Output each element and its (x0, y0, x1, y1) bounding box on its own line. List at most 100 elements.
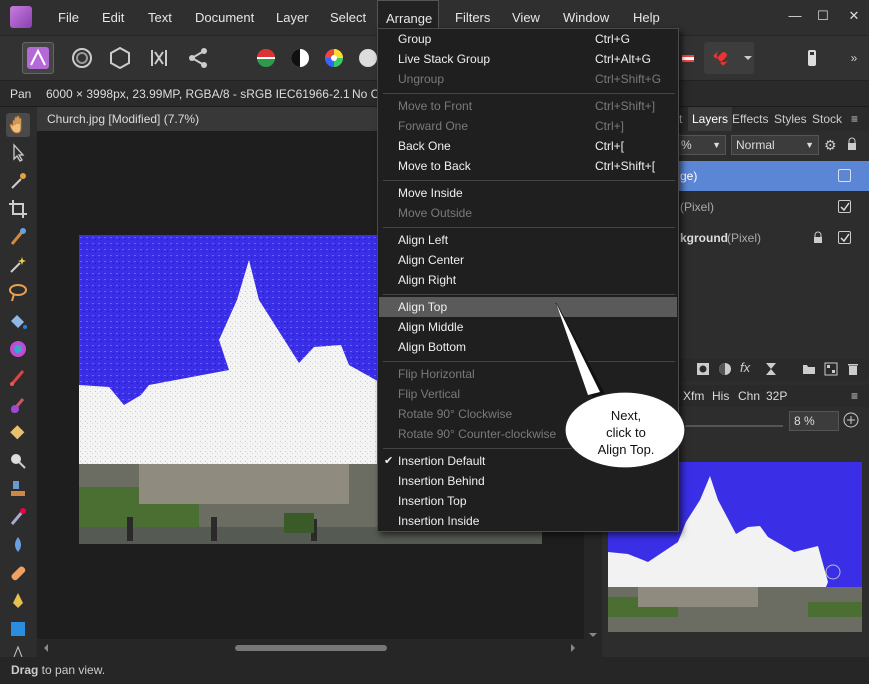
gear-icon[interactable]: ⚙ (824, 137, 837, 154)
pan-tool-icon[interactable] (6, 113, 30, 137)
dodge-tool-icon[interactable] (6, 449, 30, 473)
crop-tool-icon[interactable] (6, 197, 30, 221)
maximize-icon[interactable]: ☐ (814, 8, 832, 26)
trash-icon[interactable] (846, 362, 860, 379)
paint-brush-tool-icon[interactable] (6, 365, 30, 389)
assistant-icon[interactable] (796, 42, 828, 74)
menu-text[interactable]: Text (140, 0, 180, 35)
text-tool-icon[interactable] (6, 645, 30, 657)
color-wheel-icon[interactable] (250, 42, 282, 74)
tab-channels[interactable]: Chn (738, 385, 760, 407)
current-tool-label: Pan (10, 87, 32, 101)
tab-history[interactable]: His (712, 385, 729, 407)
photo-persona-button[interactable] (22, 42, 54, 74)
tab-styles[interactable]: Styles (774, 107, 807, 131)
menu-separator (383, 180, 675, 181)
patch-tool-icon[interactable] (6, 561, 30, 585)
layer-kind: (Pixel) (680, 200, 715, 214)
menu-item-align-top[interactable]: Align Top (379, 297, 677, 317)
menu-item-insertion-inside[interactable]: Insertion Inside (379, 511, 677, 531)
opacity-field[interactable]: % ▼ (678, 135, 726, 155)
menu-item-insertion-behind[interactable]: Insertion Behind (379, 471, 677, 491)
blend-mode-select[interactable]: Normal ▼ (731, 135, 819, 155)
menu-item-ungroup[interactable]: Ungroup Ctrl+Shift+G (379, 69, 677, 89)
menu-item-group[interactable]: Group Ctrl+G (379, 29, 677, 49)
tab-32p[interactable]: 32P (766, 385, 787, 407)
affinity-logo-icon (10, 6, 32, 28)
develop-persona-button[interactable] (104, 42, 136, 74)
zoom-field[interactable]: 8 % (789, 411, 839, 431)
callout-line: Align Top. (597, 442, 655, 457)
mixer-brush-tool-icon[interactable] (6, 393, 30, 417)
adjustment-icon[interactable] (718, 362, 732, 379)
selection-brush-tool-icon[interactable] (6, 225, 30, 249)
menu-select[interactable]: Select (322, 0, 374, 35)
healing-brush-tool-icon[interactable] (6, 505, 30, 529)
menu-item-forward-one[interactable]: Forward One Ctrl+] (379, 116, 677, 136)
menu-edit[interactable]: Edit (94, 0, 132, 35)
live-filter-icon[interactable] (764, 362, 778, 379)
blend-mode-value: Normal (736, 138, 775, 152)
clone-tool-icon[interactable] (6, 477, 30, 501)
menu-item-flip-vertical[interactable]: Flip Vertical (379, 384, 677, 404)
menu-item-move-inside[interactable]: Move Inside (379, 183, 677, 203)
tab-stock[interactable]: Stock (812, 107, 842, 131)
liquify-persona-button[interactable] (66, 42, 98, 74)
flood-select-tool-icon[interactable] (6, 253, 30, 277)
minimize-icon[interactable]: — (786, 8, 804, 26)
tab-layers[interactable]: Layers (688, 107, 733, 131)
panel-menu-icon[interactable]: ≡ (851, 107, 858, 131)
tab-partial[interactable]: t (679, 107, 682, 131)
color-picker-tool-icon[interactable] (6, 169, 30, 193)
close-icon[interactable]: ✕ (845, 8, 863, 26)
color-replacement-tool-icon[interactable] (6, 337, 30, 361)
tab-transform[interactable]: Xfm (683, 385, 704, 407)
layer-name: ge) (680, 169, 698, 183)
pen-tool-icon[interactable] (6, 589, 30, 613)
erase-brush-tool-icon[interactable] (6, 421, 30, 445)
blur-brush-tool-icon[interactable] (6, 533, 30, 557)
fx-icon[interactable]: fx (740, 360, 750, 375)
layer-lock-icon[interactable] (813, 223, 823, 264)
contrast-icon[interactable] (284, 42, 316, 74)
horizontal-scrollbar[interactable] (37, 639, 602, 657)
lock-icon[interactable] (846, 137, 858, 154)
folder-icon[interactable] (802, 362, 816, 379)
lasso-tool-icon[interactable] (6, 281, 30, 305)
menu-document[interactable]: Document (187, 0, 262, 35)
menu-item-back-one[interactable]: Back One Ctrl+[ (379, 136, 677, 156)
tab-effects[interactable]: Effects (732, 107, 768, 131)
menu-item-align-right[interactable]: Align Right (379, 270, 677, 290)
move-tool-icon[interactable] (6, 141, 30, 165)
rectangle-tool-icon[interactable] (6, 617, 30, 641)
menu-item-live-stack-group[interactable]: Live Stack Group Ctrl+Alt+G (379, 49, 677, 69)
tone-mapping-persona-button[interactable] (143, 42, 175, 74)
menu-file[interactable]: File (50, 0, 87, 35)
toolbar-overflow-icon[interactable]: » (844, 42, 864, 74)
share-icon[interactable] (182, 42, 214, 74)
snapping-magnet-button[interactable] (704, 42, 754, 74)
menu-item-align-center[interactable]: Align Center (379, 250, 677, 270)
menu-item-flip-horizontal[interactable]: Flip Horizontal (379, 364, 677, 384)
menu-item-align-middle[interactable]: Align Middle (379, 317, 677, 337)
menu-item-align-bottom[interactable]: Align Bottom (379, 337, 677, 357)
menu-item-align-left[interactable]: Align Left (379, 230, 677, 250)
panel-menu-icon[interactable]: ≡ (851, 385, 858, 407)
fill-tool-icon[interactable] (6, 309, 30, 333)
add-pixel-layer-icon[interactable] (824, 362, 838, 379)
mask-icon[interactable] (696, 362, 710, 379)
layer-visibility-checkbox[interactable] (838, 169, 851, 182)
zoom-slider[interactable] (679, 425, 783, 427)
menu-item-insertion-top[interactable]: Insertion Top (379, 491, 677, 511)
menu-item-move-to-back[interactable]: Move to Back Ctrl+Shift+[ (379, 156, 677, 176)
menu-layer[interactable]: Layer (268, 0, 317, 35)
document-info: 6000 × 3998px, 23.99MP, RGBA/8 - sRGB IE… (46, 87, 350, 101)
zoom-in-icon[interactable] (843, 412, 859, 431)
layer-visibility-checkbox[interactable] (838, 200, 851, 213)
hsl-icon[interactable] (318, 42, 350, 74)
affinity-photo-window: File Edit Text Document Layer Select Arr… (0, 0, 869, 684)
flag-icon[interactable] (678, 42, 698, 74)
menu-item-move-to-front[interactable]: Move to Front Ctrl+Shift+] (379, 96, 677, 116)
menu-item-move-outside[interactable]: Move Outside (379, 203, 677, 223)
layer-visibility-checkbox[interactable] (838, 231, 851, 244)
